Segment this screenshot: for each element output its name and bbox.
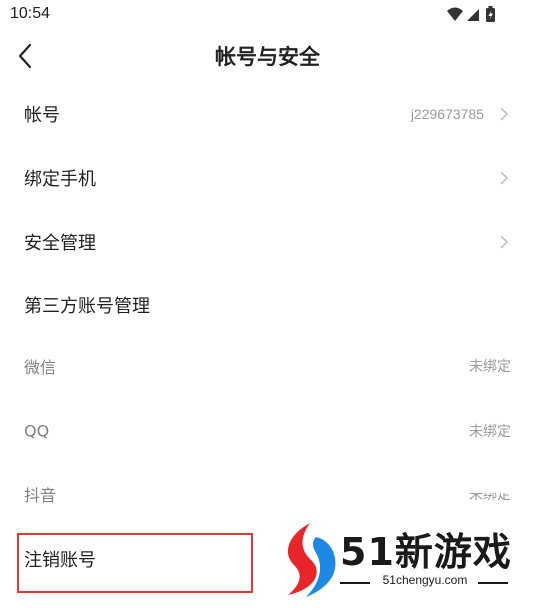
wifi-icon — [447, 7, 463, 21]
battery-icon — [486, 6, 495, 22]
douyin-status: 未绑定 — [469, 487, 511, 503]
chevron-right-icon — [500, 171, 509, 185]
status-time: 10:54 — [10, 5, 51, 22]
watermark: 51新游戏 51chengyu.com — [270, 516, 535, 614]
security-management-row[interactable]: 安全管理 — [0, 212, 535, 272]
wechat-status: 未绑定 — [469, 359, 511, 375]
watermark-brand: 51新游戏 — [340, 530, 512, 574]
bind-phone-row[interactable]: 绑定手机 — [0, 148, 535, 208]
qq-status: 未绑定 — [469, 424, 511, 440]
cancel-account-label: 注销账号 — [24, 550, 96, 571]
watermark-line-right — [478, 582, 508, 584]
account-row[interactable]: 帐号 j229673785 — [0, 84, 535, 144]
security-management-label: 安全管理 — [24, 233, 96, 254]
account-id-value: j229673785 — [410, 106, 484, 122]
wechat-label: 微信 — [24, 358, 57, 377]
qq-row[interactable]: QQ 未绑定 — [0, 403, 535, 459]
header: 帐号与安全 — [0, 30, 535, 82]
status-bar: 10:54 — [0, 0, 535, 30]
bind-phone-label: 绑定手机 — [24, 169, 96, 190]
douyin-label: 抖音 — [24, 486, 57, 505]
qq-label: QQ — [24, 421, 50, 441]
douyin-row[interactable]: 抖音 未绑定 — [0, 466, 535, 522]
chevron-right-icon — [500, 235, 509, 249]
status-icons — [445, 5, 505, 25]
watermark-logo-icon — [287, 523, 336, 597]
chevron-right-icon — [500, 107, 509, 121]
watermark-domain: 51chengyu.com — [382, 573, 468, 587]
account-label: 帐号 — [24, 105, 60, 126]
page-title: 帐号与安全 — [215, 45, 320, 69]
third-party-section-title: 第三方账号管理 — [24, 296, 150, 317]
signal-icon — [467, 9, 479, 21]
wechat-row[interactable]: 微信 未绑定 — [0, 338, 535, 394]
